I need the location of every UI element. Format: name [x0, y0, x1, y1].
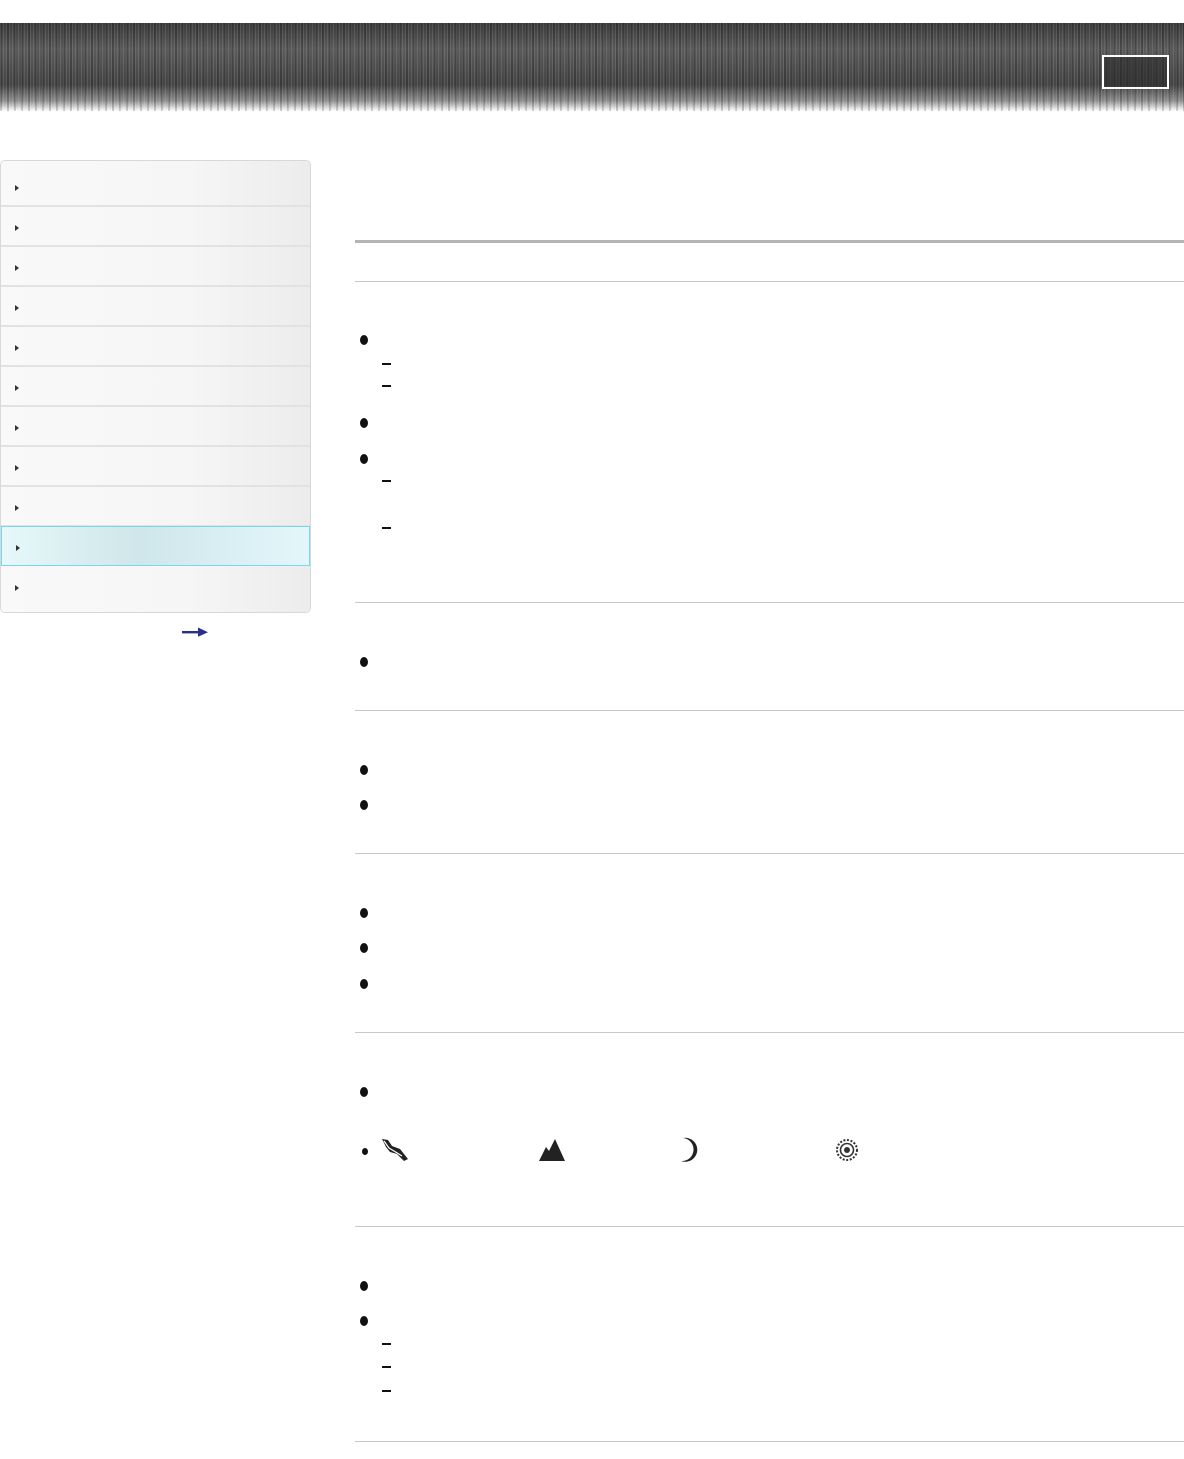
sidebar-item-11[interactable] — [1, 567, 310, 612]
caret-right-icon — [15, 305, 19, 311]
caret-right-icon — [15, 385, 19, 391]
caret-right-icon — [15, 345, 19, 351]
list-dash — [382, 1390, 391, 1392]
sidebar-item-5[interactable] — [1, 327, 310, 367]
gear-ring-icon — [836, 1139, 858, 1161]
list-bullet — [360, 765, 368, 775]
section-divider — [355, 1032, 1184, 1033]
sidebar-item-9[interactable] — [1, 487, 310, 527]
list-dash — [382, 480, 391, 482]
caret-right-icon — [15, 185, 19, 191]
right-arrow-icon[interactable] — [182, 626, 208, 638]
section-divider — [355, 602, 1184, 603]
list-dash — [382, 385, 391, 387]
section-divider — [355, 710, 1184, 711]
list-bullet — [360, 418, 368, 428]
header-banner — [0, 23, 1184, 111]
list-bullet — [360, 908, 368, 918]
section-divider — [355, 1226, 1184, 1227]
sidebar-nav — [0, 160, 311, 613]
list-bullet — [360, 979, 368, 989]
sidebar-item-3[interactable] — [1, 247, 310, 287]
caret-right-icon — [15, 505, 19, 511]
list-bullet — [360, 943, 368, 953]
mountain-icon — [539, 1139, 565, 1161]
caret-right-icon — [15, 585, 19, 591]
caret-right-icon — [15, 465, 19, 471]
caret-right-icon — [15, 425, 19, 431]
sidebar-item-8[interactable] — [1, 447, 310, 487]
list-bullet — [362, 1148, 368, 1155]
list-dash — [382, 527, 391, 529]
list-bullet — [360, 1281, 368, 1291]
list-bullet — [360, 657, 368, 667]
sidebar-item-6[interactable] — [1, 367, 310, 407]
caret-right-icon — [16, 545, 20, 551]
list-bullet — [360, 1316, 368, 1326]
section-divider — [355, 1441, 1184, 1442]
list-dash — [382, 1366, 391, 1368]
sidebar-item-4[interactable] — [1, 287, 310, 327]
list-bullet — [360, 335, 368, 345]
list-dash — [382, 1343, 391, 1345]
list-bullet — [360, 1087, 368, 1097]
section-divider — [355, 853, 1184, 854]
section-divider — [355, 281, 1184, 282]
list-bullet — [360, 800, 368, 810]
sidebar-item-10-active[interactable] — [1, 526, 310, 566]
caret-right-icon — [15, 225, 19, 231]
sidebar-item-2[interactable] — [1, 207, 310, 247]
moon-icon — [681, 1137, 698, 1162]
header-button[interactable] — [1102, 55, 1169, 89]
sidebar-item-1[interactable] — [1, 161, 310, 207]
caret-right-icon — [15, 265, 19, 271]
list-bullet — [360, 454, 368, 464]
sidebar-item-7[interactable] — [1, 407, 310, 447]
leaf-icon — [382, 1139, 408, 1161]
list-dash — [382, 363, 391, 365]
title-divider — [355, 240, 1184, 243]
